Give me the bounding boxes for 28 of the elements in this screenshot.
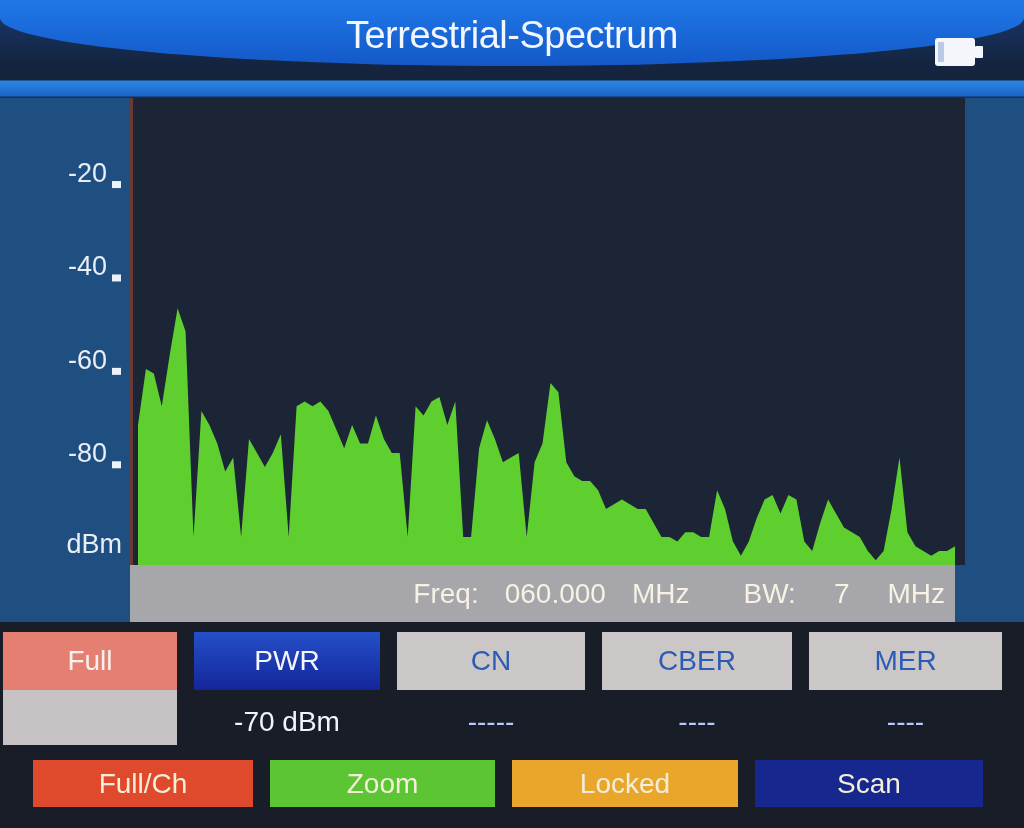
y-axis-label: -40: [67, 251, 107, 282]
mode-label: Full: [3, 632, 177, 690]
bandwidth-value: 7: [833, 577, 850, 610]
measurement-tab[interactable]: MER: [809, 632, 1002, 690]
function-key[interactable]: Scan: [755, 760, 983, 807]
frequency-unit: MHz: [631, 577, 690, 610]
measurement-tab[interactable]: CN: [397, 632, 585, 690]
measurement-reading: ----: [678, 706, 716, 738]
y-axis-label: -60: [67, 344, 107, 375]
function-key[interactable]: Full/Ch: [33, 760, 253, 807]
y-axis-label: -80: [67, 438, 107, 469]
measurement-reading: ----: [886, 706, 925, 738]
frequency-label: Freq:: [413, 577, 479, 610]
tick-mark: [112, 274, 121, 282]
battery-icon: [935, 38, 983, 66]
y-axis-unit: dBm: [66, 529, 122, 559]
tick-mark: [112, 181, 121, 189]
screen-title: Terrestrial-Spectrum: [345, 12, 679, 57]
y-axis-label: -20: [67, 158, 107, 189]
measurement-reading: -70 dBm: [234, 706, 340, 738]
measurement-tab[interactable]: CBER: [602, 632, 792, 690]
tick-mark: [112, 461, 121, 469]
tick-mark: [112, 367, 121, 375]
bandwidth-label: BW:: [743, 577, 796, 610]
measurement-reading: -----: [467, 706, 515, 738]
frequency-value: 060.000: [504, 577, 606, 610]
measurement-tab[interactable]: PWR: [194, 632, 380, 690]
bandwidth-unit: MHz: [887, 577, 945, 610]
